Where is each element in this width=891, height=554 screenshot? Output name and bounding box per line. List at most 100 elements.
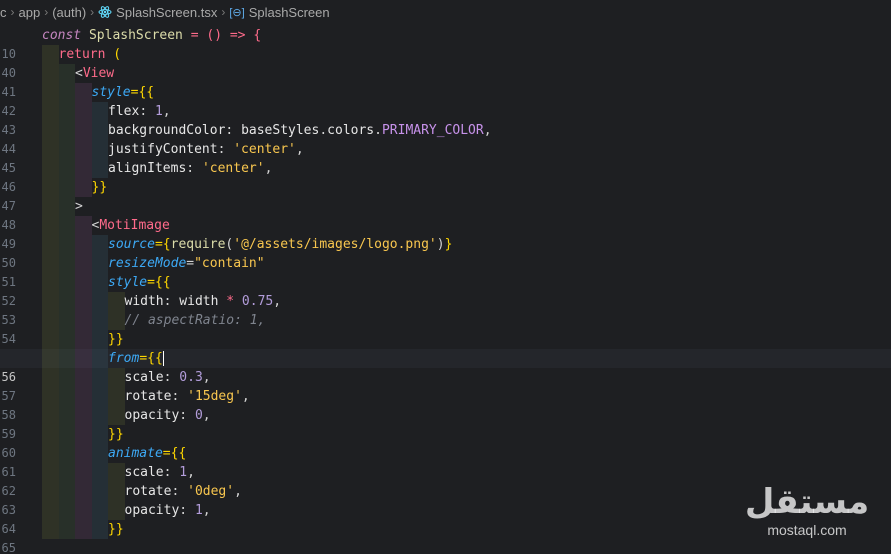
brace: }: [444, 237, 453, 252]
property: flex: [108, 104, 140, 119]
mostaql-watermark: مستقل mostaql.com: [737, 482, 877, 542]
colon: :: [163, 294, 180, 309]
colon: :: [179, 408, 195, 423]
colon: :: [163, 465, 180, 480]
breadcrumb-item-file[interactable]: SplashScreen.tsx: [116, 5, 217, 20]
code-line[interactable]: 40 return (: [0, 45, 891, 80]
breadcrumb-item-auth[interactable]: (auth): [52, 5, 86, 20]
jsx-attribute: style: [91, 85, 131, 100]
jsx-attribute: style: [108, 275, 148, 290]
chevron-right-icon: ›: [44, 5, 49, 19]
dot: .: [374, 123, 382, 138]
symbol-variable-icon: [⊖]: [229, 6, 245, 19]
property: width: [124, 294, 164, 309]
code-line[interactable]: 57 scale: 0.3,: [0, 368, 891, 403]
number: 1: [154, 104, 163, 119]
property: backgroundColor: [108, 123, 226, 138]
colon: :: [225, 123, 242, 138]
code-line[interactable]: 48 >: [0, 197, 891, 232]
breadcrumb-item-app[interactable]: app: [19, 5, 41, 20]
number: 0: [194, 408, 203, 423]
identifier: baseStyles: [241, 123, 320, 138]
code-editor[interactable]: 10 const SplashScreen = () => { 40 retur…: [0, 26, 891, 554]
string: 'center': [201, 161, 265, 176]
number: 0.75: [241, 294, 274, 309]
breadcrumb-item-symbol[interactable]: SplashScreen: [249, 5, 330, 20]
brace: ={{: [139, 351, 163, 366]
text-cursor: [162, 351, 164, 366]
colon: :: [139, 104, 155, 119]
code-line[interactable]: 54 // aspectRatio: 1,: [0, 311, 891, 346]
brace: ={{: [162, 446, 187, 461]
comma: ,: [295, 142, 304, 157]
code-line[interactable]: 51 resizeMode="contain": [0, 254, 891, 289]
colon: :: [186, 161, 202, 176]
string: '15deg': [187, 389, 242, 404]
identifier: width: [179, 294, 219, 309]
property: opacity: [124, 503, 180, 518]
comma: ,: [162, 104, 171, 119]
comment: // aspectRatio: 1,: [124, 313, 266, 328]
code-line[interactable]: 60 }}: [0, 425, 891, 460]
comma: ,: [187, 465, 195, 480]
code-line[interactable]: 44 backgroundColor: baseStyles.colors.PR…: [0, 121, 891, 156]
code-line[interactable]: 42 style={{: [0, 83, 891, 118]
colon: :: [163, 370, 180, 385]
jsx-tag: MotiImage: [99, 218, 170, 233]
colon: :: [179, 503, 195, 518]
brace: ={{: [130, 85, 155, 100]
string: '0deg': [187, 484, 235, 499]
tag-close: >: [75, 199, 83, 214]
comma: ,: [264, 161, 273, 176]
breadcrumb-item-src[interactable]: c: [0, 5, 7, 20]
brace: ={{: [147, 275, 171, 290]
code-line-current[interactable]: 56 from={{: [0, 349, 891, 384]
jsx-attribute: source: [108, 237, 155, 252]
equals: =: [186, 256, 195, 271]
code-line[interactable]: 52 style={{: [0, 273, 891, 308]
code-line[interactable]: 62 scale: 1,: [0, 463, 891, 498]
code-line[interactable]: 58 rotate: '15deg',: [0, 387, 891, 422]
number: 1: [179, 465, 188, 480]
code-line[interactable]: 46 alignItems: 'center',: [0, 159, 891, 194]
code-line[interactable]: 10 const SplashScreen = () => {: [0, 26, 891, 61]
keyword: const: [42, 28, 82, 43]
dot: .: [319, 123, 328, 138]
colon: :: [171, 389, 188, 404]
paren: (: [105, 47, 122, 62]
code-line[interactable]: 41 <View: [0, 64, 891, 99]
code-line[interactable]: 53 width: width * 0.75,: [0, 292, 891, 327]
comma: ,: [202, 408, 211, 423]
tag-open: <: [75, 66, 83, 81]
property: rotate: [124, 484, 172, 499]
jsx-attribute: animate: [108, 446, 163, 461]
code-line[interactable]: 47 }}: [0, 178, 891, 213]
number: 0.3: [179, 370, 203, 385]
keyword: return: [58, 47, 106, 62]
jsx-tag: View: [82, 66, 115, 81]
code-line[interactable]: 50 source={require('@/assets/images/logo…: [0, 235, 891, 270]
brace: ={: [154, 237, 171, 252]
code-line[interactable]: 45 justifyContent: 'center',: [0, 140, 891, 175]
comma: ,: [483, 123, 492, 138]
code-line[interactable]: 43 flex: 1,: [0, 102, 891, 137]
code-line[interactable]: 49 <MotiImage: [0, 216, 891, 251]
property: justifyContent: [108, 142, 218, 157]
property: scale: [124, 465, 164, 480]
code-line[interactable]: 55 }}: [0, 330, 891, 365]
code-line[interactable]: 59 opacity: 0,: [0, 406, 891, 441]
react-icon: [98, 5, 112, 19]
line-number: 65: [1, 541, 16, 554]
chevron-right-icon: ›: [221, 5, 226, 19]
colon: :: [217, 142, 234, 157]
comma: ,: [241, 389, 250, 404]
comma: ,: [234, 484, 242, 499]
code-line[interactable]: 61 animate={{: [0, 444, 891, 479]
colon: :: [171, 484, 188, 499]
operator: *: [218, 294, 242, 309]
brace: }}: [91, 180, 108, 195]
property: rotate: [124, 389, 172, 404]
comma: ,: [273, 294, 282, 309]
brace: }}: [108, 332, 124, 347]
brace: }}: [108, 522, 124, 537]
